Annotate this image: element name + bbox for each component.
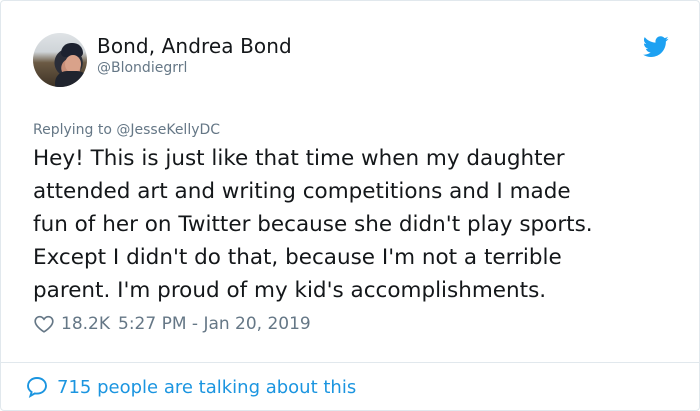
footer-divider [1, 362, 699, 363]
avatar-coat [55, 71, 87, 87]
replying-prefix: Replying to [33, 122, 117, 138]
conversation-text[interactable]: 715 people are talking about this [57, 377, 356, 398]
speech-bubble-icon [27, 377, 47, 399]
avatar[interactable] [33, 33, 87, 87]
conversation-link[interactable]: 715 people are talking about this [25, 374, 356, 400]
tweet-text: Hey! This is just like that time when my… [33, 146, 593, 303]
tweet-card: Bond, Andrea Bond @Blondiegrrl Replying … [0, 0, 700, 411]
tweet-timestamp[interactable]: 5:27 PM - Jan 20, 2019 [118, 314, 311, 334]
heart-icon[interactable] [33, 313, 55, 335]
tweet-meta: 18.2K 5:27 PM - Jan 20, 2019 [33, 312, 311, 336]
author-display-name[interactable]: Bond, Andrea Bond [97, 34, 292, 58]
twitter-bird-icon[interactable] [643, 36, 669, 58]
reply-to-handle-link[interactable]: @JesseKellyDC [116, 122, 220, 138]
author-handle[interactable]: @Blondiegrrl [97, 60, 187, 76]
like-count[interactable]: 18.2K [61, 314, 110, 334]
replying-to-line: Replying to @JesseKellyDC [33, 122, 220, 138]
